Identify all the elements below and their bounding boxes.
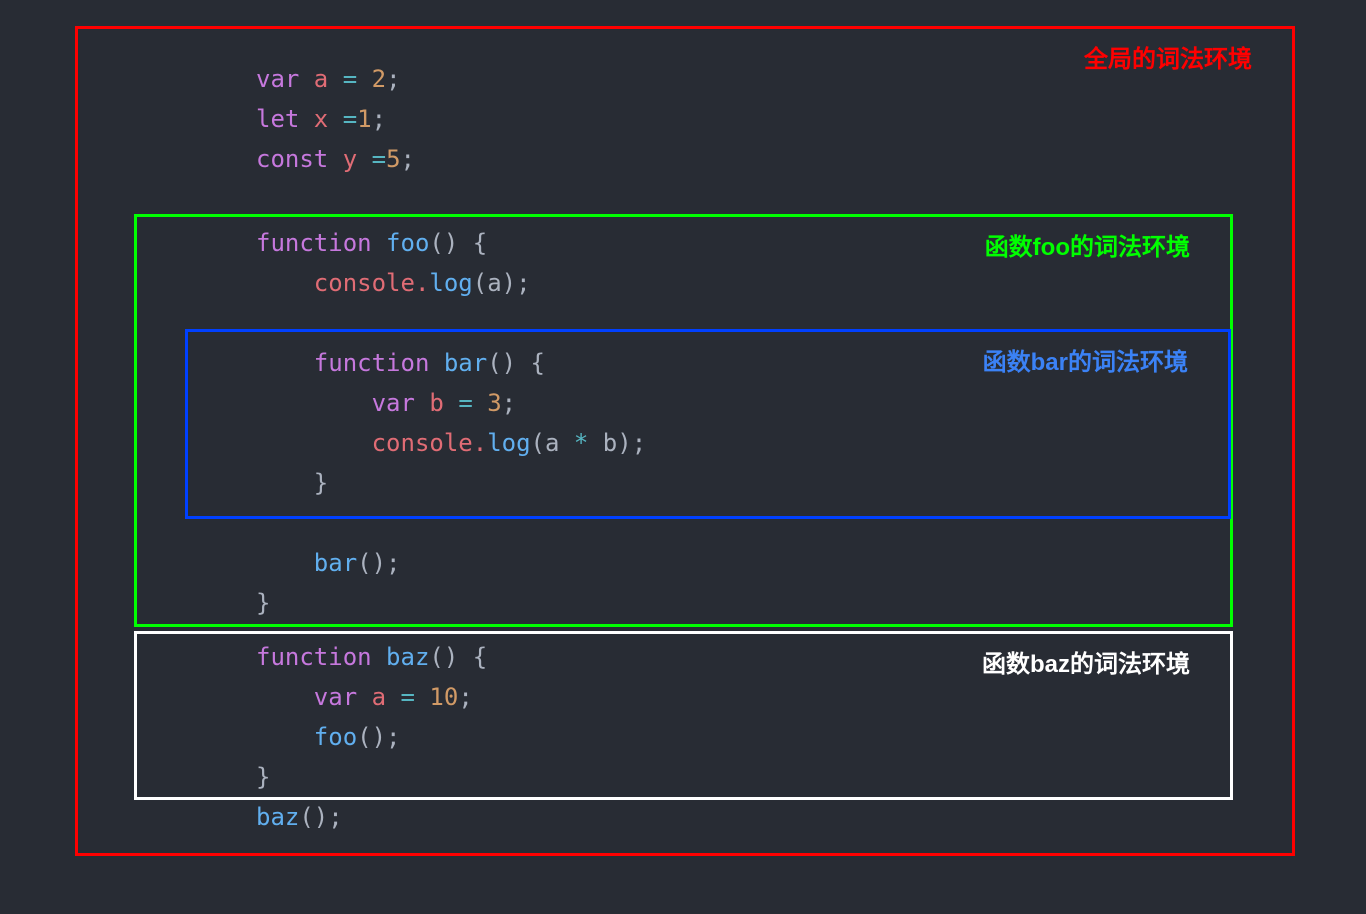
code-line-2: let x =1; — [256, 99, 386, 139]
code-baz-call-foo: foo(); — [256, 717, 401, 757]
fn-name-bar: bar — [429, 349, 487, 377]
call-foo: foo — [256, 723, 357, 751]
console-id: console. — [256, 269, 429, 297]
identifier-x: x — [299, 105, 342, 133]
code-foo-console: console.log(a); — [256, 263, 531, 303]
code-call-baz: baz(); — [256, 797, 343, 837]
bar-scope-label: 函数bar的词法环境 — [983, 342, 1188, 377]
code-foo-call-bar: bar(); — [256, 543, 401, 583]
paren-close: b); — [588, 429, 646, 457]
log-fn: log — [487, 429, 530, 457]
brace-close: } — [256, 469, 328, 497]
call-baz: baz — [256, 803, 299, 831]
paren-brace: () { — [429, 229, 487, 257]
fn-name-baz: baz — [372, 643, 430, 671]
fn-name-foo: foo — [372, 229, 430, 257]
number-10: 10 — [415, 683, 458, 711]
keyword-function: function — [256, 643, 372, 671]
code-bar-close: } — [256, 463, 328, 503]
operator-eq: = — [458, 389, 472, 417]
call-paren: (); — [357, 549, 400, 577]
baz-scope-label: 函数baz的词法环境 — [982, 644, 1190, 679]
semicolon: ; — [386, 65, 400, 93]
call-paren: (); — [357, 723, 400, 751]
code-baz-var: var a = 10; — [256, 677, 473, 717]
code-foo-decl: function foo() { — [256, 223, 487, 263]
global-scope-box: 全局的词法环境 var a = 2; let x =1; const y =5;… — [75, 26, 1295, 856]
keyword-var: var — [256, 65, 299, 93]
identifier-a: a — [357, 683, 400, 711]
number-3: 3 — [473, 389, 502, 417]
operator-eq: = — [401, 683, 415, 711]
identifier-b: b — [415, 389, 458, 417]
console-id: console. — [256, 429, 487, 457]
call-bar: bar — [256, 549, 357, 577]
paren-brace: () { — [429, 643, 487, 671]
code-line-1: var a = 2; — [256, 59, 401, 99]
brace-close: } — [256, 589, 270, 617]
semicolon: ; — [458, 683, 472, 711]
keyword-const: const — [256, 145, 328, 173]
code-foo-close: } — [256, 583, 270, 623]
call-paren: (); — [299, 803, 342, 831]
keyword-var: var — [256, 389, 415, 417]
keyword-var: var — [256, 683, 357, 711]
number-1: 1 — [357, 105, 371, 133]
code-baz-close: } — [256, 757, 270, 797]
code-baz-decl: function baz() { — [256, 637, 487, 677]
identifier-a: a — [299, 65, 342, 93]
keyword-function: function — [256, 229, 372, 257]
code-bar-decl: function bar() { — [256, 343, 545, 383]
semicolon: ; — [401, 145, 415, 173]
operator-mul: * — [574, 429, 588, 457]
code-bar-console: console.log(a * b); — [256, 423, 646, 463]
paren-brace: () { — [487, 349, 545, 377]
operator-eq: = — [343, 105, 357, 133]
keyword-let: let — [256, 105, 299, 133]
identifier-y: y — [328, 145, 371, 173]
paren-open: (a — [531, 429, 574, 457]
number-2: 2 — [357, 65, 386, 93]
number-5: 5 — [386, 145, 400, 173]
log-fn: log — [429, 269, 472, 297]
log-arg: (a); — [473, 269, 531, 297]
brace-close: } — [256, 763, 270, 791]
code-bar-var: var b = 3; — [256, 383, 516, 423]
semicolon: ; — [502, 389, 516, 417]
semicolon: ; — [372, 105, 386, 133]
operator-eq: = — [343, 65, 357, 93]
foo-scope-label: 函数foo的词法环境 — [985, 227, 1190, 262]
operator-eq: = — [372, 145, 386, 173]
keyword-function: function — [256, 349, 429, 377]
global-scope-label: 全局的词法环境 — [1084, 39, 1252, 74]
code-line-3: const y =5; — [256, 139, 415, 179]
